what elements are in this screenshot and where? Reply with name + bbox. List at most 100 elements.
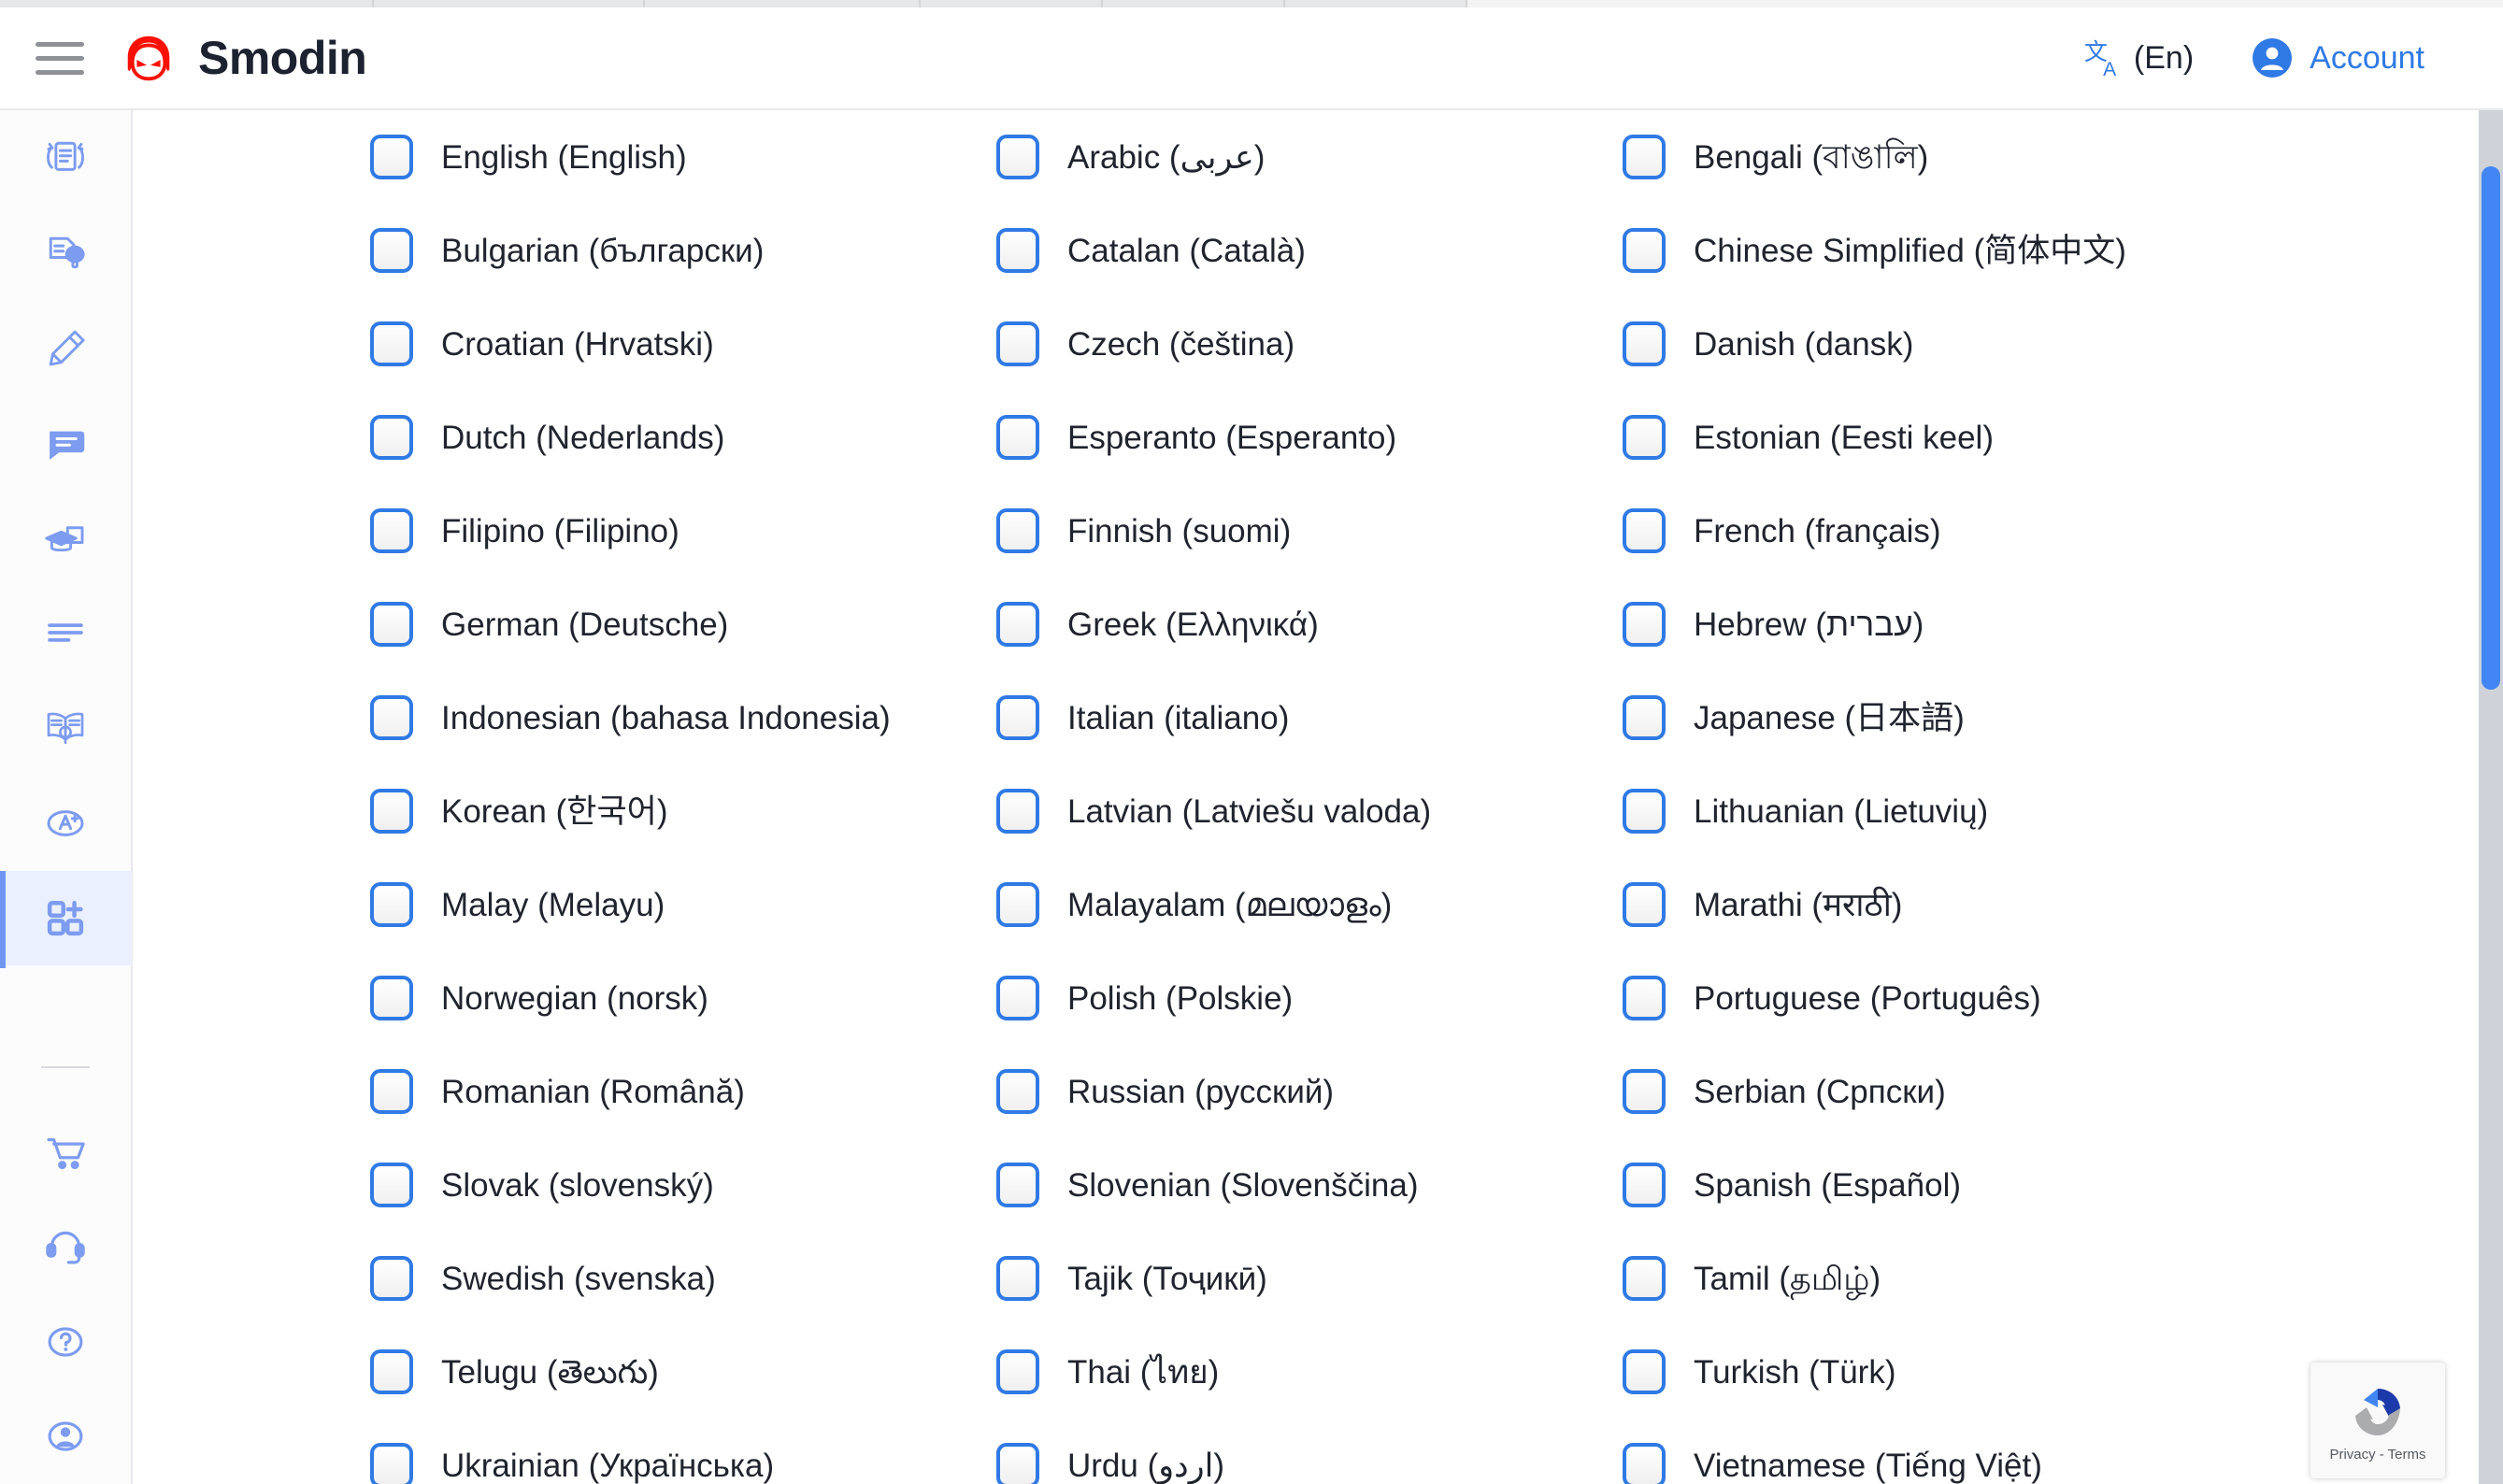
language-checkbox[interactable]: [370, 882, 413, 927]
account-button[interactable]: Account: [2252, 37, 2424, 78]
language-checkbox[interactable]: [1623, 1069, 1666, 1114]
language-checkbox[interactable]: [370, 321, 413, 366]
sidebar-item-help[interactable]: [0, 1294, 132, 1390]
language-option-row[interactable]: Telugu (తెలుగు): [370, 1325, 996, 1419]
language-option-row[interactable]: Catalan (Català): [996, 204, 1623, 297]
language-checkbox[interactable]: [370, 1163, 413, 1207]
language-option-row[interactable]: Vietnamese (Tiếng Việt): [1623, 1419, 2296, 1484]
language-checkbox[interactable]: [1623, 1256, 1666, 1301]
language-checkbox[interactable]: [996, 415, 1039, 460]
language-checkbox[interactable]: [996, 228, 1039, 273]
sidebar-item-summarizer[interactable]: [0, 586, 132, 681]
language-checkbox[interactable]: [1623, 135, 1666, 179]
brand-logo-link[interactable]: Smodin: [120, 29, 367, 87]
language-option-row[interactable]: Slovak (slovenský): [370, 1138, 996, 1232]
language-option-row[interactable]: Tajik (Тоҷикӣ): [996, 1232, 1623, 1325]
language-checkbox[interactable]: [996, 1163, 1039, 1207]
language-checkbox[interactable]: [1623, 321, 1666, 366]
language-option-row[interactable]: Urdu (اردو): [996, 1419, 1623, 1484]
language-option-row[interactable]: Italian (italiano): [996, 671, 1623, 764]
language-checkbox[interactable]: [1623, 695, 1666, 740]
language-checkbox[interactable]: [996, 1069, 1039, 1114]
language-checkbox[interactable]: [996, 321, 1039, 366]
language-option-row[interactable]: Indonesian (bahasa Indonesia): [370, 671, 996, 764]
language-option-row[interactable]: French (français): [1623, 484, 2296, 578]
language-checkbox[interactable]: [996, 508, 1039, 553]
sidebar-item-grader[interactable]: [0, 776, 132, 871]
language-checkbox[interactable]: [370, 1443, 413, 1484]
sidebar-item-writer[interactable]: [0, 300, 132, 395]
sidebar-item-rewriter[interactable]: [0, 110, 132, 206]
sidebar-item-cart[interactable]: [0, 1104, 132, 1199]
language-option-row[interactable]: Arabic (عربى): [996, 110, 1623, 204]
sidebar-item-profile[interactable]: [0, 1389, 132, 1484]
language-checkbox[interactable]: [1623, 976, 1666, 1020]
browser-tab[interactable]: [921, 0, 1103, 7]
language-checkbox[interactable]: [370, 228, 413, 273]
language-checkbox[interactable]: [370, 976, 413, 1020]
language-option-row[interactable]: Portuguese (Português): [1623, 951, 2296, 1045]
language-checkbox[interactable]: [370, 602, 413, 647]
language-option-row[interactable]: Hebrew (עברית): [1623, 578, 2296, 671]
language-checkbox[interactable]: [996, 135, 1039, 179]
sidebar-item-support[interactable]: [0, 1199, 132, 1294]
language-checkbox[interactable]: [1623, 602, 1666, 647]
language-option-row[interactable]: Ukrainian (Українська): [370, 1419, 996, 1484]
browser-tab[interactable]: [374, 0, 645, 7]
language-option-row[interactable]: Esperanto (Esperanto): [996, 391, 1623, 484]
language-checkbox[interactable]: [370, 508, 413, 553]
language-checkbox[interactable]: [370, 1349, 413, 1394]
language-checkbox[interactable]: [1623, 1349, 1666, 1394]
language-option-row[interactable]: Finnish (suomi): [996, 484, 1623, 578]
hamburger-icon[interactable]: [36, 37, 88, 78]
browser-tab[interactable]: [645, 0, 921, 7]
language-option-row[interactable]: Romanian (Română): [370, 1045, 996, 1138]
language-option-row[interactable]: Norwegian (norsk): [370, 951, 996, 1045]
language-option-row[interactable]: Filipino (Filipino): [370, 484, 996, 578]
language-option-row[interactable]: Russian (русский): [996, 1045, 1623, 1138]
language-switcher[interactable]: 文 A (En): [2083, 36, 2194, 79]
language-option-row[interactable]: Greek (Ελληνικά): [996, 578, 1623, 671]
sidebar-item-chat[interactable]: [0, 395, 132, 491]
recaptcha-badge[interactable]: Privacy - Terms: [2310, 1363, 2445, 1478]
language-checkbox[interactable]: [1623, 882, 1666, 927]
language-checkbox[interactable]: [1623, 415, 1666, 460]
browser-tab[interactable]: [0, 0, 374, 7]
language-option-row[interactable]: Bulgarian (български): [370, 204, 996, 297]
language-option-row[interactable]: Korean (한국어): [370, 764, 996, 858]
language-option-row[interactable]: Thai (ไทย): [996, 1325, 1623, 1419]
language-checkbox[interactable]: [370, 415, 413, 460]
browser-tab[interactable]: [1285, 0, 1467, 7]
language-checkbox[interactable]: [996, 976, 1039, 1020]
sidebar-item-translator[interactable]: [0, 680, 132, 776]
language-option-row[interactable]: English (English): [370, 110, 996, 204]
language-option-row[interactable]: Slovenian (Slovenščina): [996, 1138, 1623, 1232]
language-checkbox[interactable]: [1623, 789, 1666, 834]
language-option-row[interactable]: Swedish (svenska): [370, 1232, 996, 1325]
language-checkbox[interactable]: [370, 695, 413, 740]
browser-tab[interactable]: [1103, 0, 1285, 7]
language-option-row[interactable]: Malayalam (മലയാളം): [996, 858, 1623, 951]
language-option-row[interactable]: Estonian (Eesti keel): [1623, 391, 2296, 484]
sidebar-item-plagiarism[interactable]: [0, 206, 132, 301]
language-option-row[interactable]: Bengali (বাঙালি): [1623, 110, 2296, 204]
language-checkbox[interactable]: [996, 695, 1039, 740]
language-checkbox[interactable]: [1623, 1443, 1666, 1484]
language-checkbox[interactable]: [996, 789, 1039, 834]
language-checkbox[interactable]: [996, 1443, 1039, 1484]
language-checkbox[interactable]: [370, 135, 413, 179]
language-option-row[interactable]: Japanese (日本語): [1623, 671, 2296, 764]
language-checkbox[interactable]: [996, 1256, 1039, 1301]
language-checkbox[interactable]: [996, 1349, 1039, 1394]
page-scrollbar[interactable]: [2479, 110, 2503, 1484]
language-option-row[interactable]: Marathi (मराठी): [1623, 858, 2296, 951]
language-checkbox[interactable]: [1623, 508, 1666, 553]
sidebar-item-more-tools[interactable]: [0, 870, 132, 968]
page-scrollbar-thumb[interactable]: [2482, 166, 2500, 690]
language-option-row[interactable]: Danish (dansk): [1623, 297, 2296, 391]
language-option-row[interactable]: Malay (Melayu): [370, 858, 996, 951]
language-option-row[interactable]: Lithuanian (Lietuvių): [1623, 764, 2296, 858]
sidebar-item-homework[interactable]: [0, 491, 132, 586]
language-checkbox[interactable]: [996, 882, 1039, 927]
language-checkbox[interactable]: [1623, 228, 1666, 273]
